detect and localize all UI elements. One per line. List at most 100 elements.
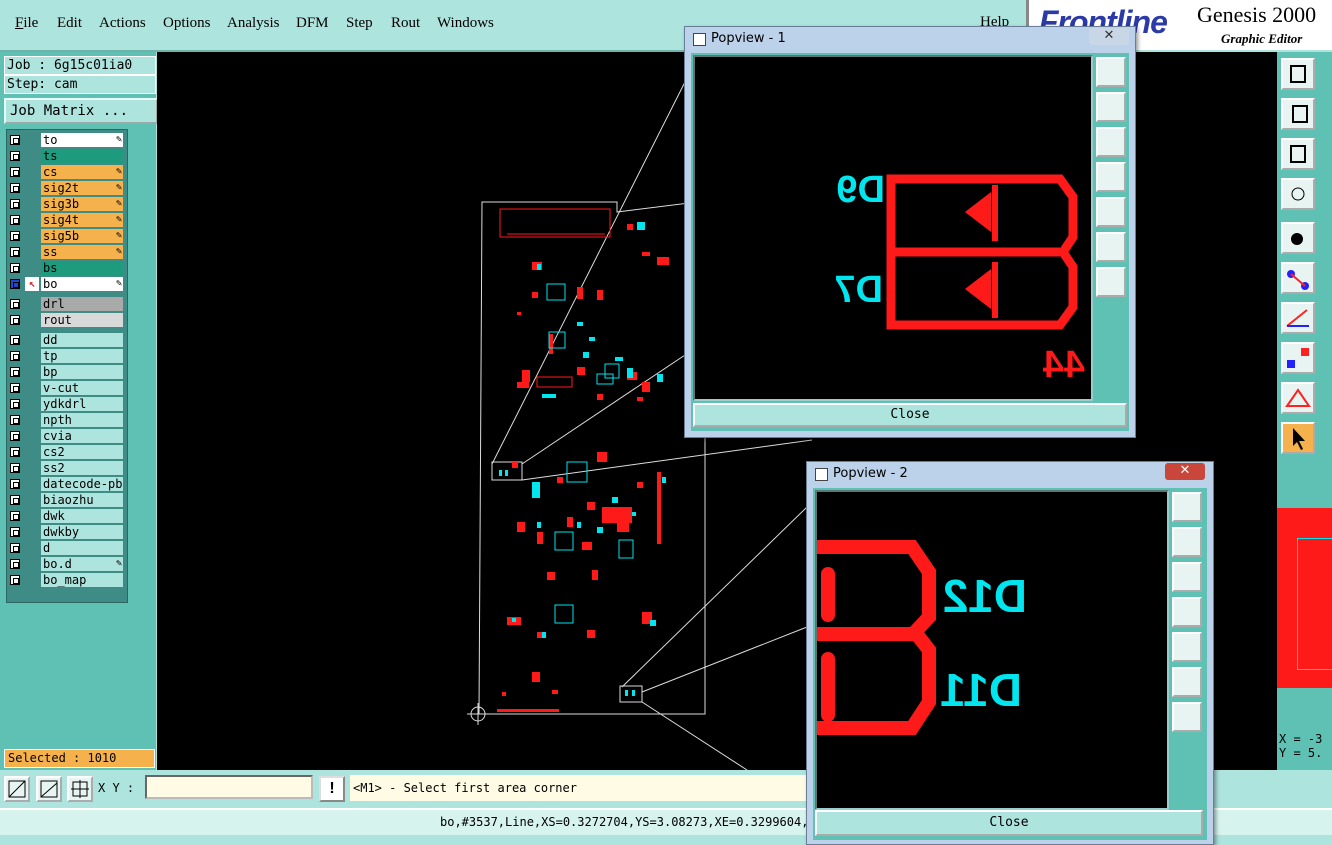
menu-edit[interactable]: Edit — [57, 15, 82, 32]
menu-file[interactable]: File — [15, 15, 38, 32]
pv1-pan-right-button[interactable] — [1096, 197, 1126, 227]
layer-row[interactable]: sig3b ✎ — [7, 197, 125, 212]
layer-row[interactable]: npth — [7, 413, 125, 428]
pv1-zoom-in-button[interactable] — [1096, 57, 1126, 87]
execute-button[interactable]: ! — [319, 776, 345, 802]
layer-checkbox[interactable] — [10, 183, 20, 193]
menu-step[interactable]: Step — [346, 15, 373, 32]
pv2-zoom-in-button[interactable] — [1172, 492, 1202, 522]
pan-left-button[interactable] — [1281, 98, 1315, 130]
layer-row[interactable]: ts — [7, 149, 125, 164]
layer-checkbox[interactable] — [10, 495, 20, 505]
popview-1-canvas[interactable]: D9 D7 44 — [693, 55, 1093, 401]
layer-row[interactable]: dd — [7, 333, 125, 348]
layer-name[interactable]: rout — [41, 313, 123, 327]
pad-button[interactable] — [1281, 342, 1315, 374]
menu-dfm[interactable]: DFM — [296, 15, 329, 32]
pv2-pan-right-button[interactable] — [1172, 632, 1202, 662]
pv1-fit-button[interactable] — [1096, 232, 1126, 262]
close-icon[interactable]: ✕ — [1089, 28, 1129, 45]
layer-row[interactable]: sig2t ✎ — [7, 181, 125, 196]
layer-checkbox[interactable] — [10, 231, 20, 241]
layer-name[interactable]: sig3b ✎ — [41, 197, 123, 211]
layer-name[interactable]: to ✎ — [41, 133, 123, 147]
layer-name[interactable]: datecode-pbc — [41, 477, 123, 491]
layer-row[interactable]: d — [7, 541, 125, 556]
layer-name[interactable]: ts — [41, 149, 123, 163]
layer-name[interactable]: sig2t ✎ — [41, 181, 123, 195]
layer-name[interactable]: sig5b ✎ — [41, 229, 123, 243]
layer-name[interactable]: sig4t ✎ — [41, 213, 123, 227]
mini-map[interactable] — [1277, 508, 1332, 688]
layer-row[interactable]: biaozhu — [7, 493, 125, 508]
layer-row[interactable]: drl — [7, 297, 125, 312]
layer-checkbox[interactable] — [10, 279, 20, 289]
layer-checkbox[interactable] — [10, 247, 20, 257]
layer-row[interactable]: bs — [7, 261, 125, 276]
layer-checkbox[interactable] — [10, 167, 20, 177]
select-tool-button[interactable] — [1281, 422, 1315, 454]
layer-name[interactable]: bo.d ✎ — [41, 557, 123, 571]
layer-checkbox[interactable] — [10, 315, 20, 325]
layer-checkbox[interactable] — [10, 479, 20, 489]
layer-row[interactable]: cvia — [7, 429, 125, 444]
snap-button[interactable] — [1281, 222, 1315, 254]
fit-button[interactable] — [1281, 138, 1315, 170]
layer-row[interactable]: to ✎ — [7, 133, 125, 148]
layer-name[interactable]: cs2 — [41, 445, 123, 459]
popview-1-close-button[interactable]: Close — [693, 403, 1127, 427]
layer-checkbox[interactable] — [10, 399, 20, 409]
zoom-area-button[interactable] — [4, 776, 30, 802]
layer-row[interactable]: v-cut — [7, 381, 125, 396]
triangle-button[interactable] — [1281, 382, 1315, 414]
layer-name[interactable]: ss ✎ — [41, 245, 123, 259]
layer-name[interactable]: ydkdrl — [41, 397, 123, 411]
layer-checkbox[interactable] — [10, 367, 20, 377]
layer-name[interactable]: drl — [41, 297, 123, 311]
layer-row[interactable]: bp — [7, 365, 125, 380]
popview-1-window[interactable]: Popview - 1 ✕ D9 D7 44 Close — [684, 26, 1136, 438]
pv1-pan-left-button[interactable] — [1096, 162, 1126, 192]
layer-checkbox[interactable] — [10, 511, 20, 521]
measure-tool-button[interactable] — [36, 776, 62, 802]
layer-row[interactable]: datecode-pbc — [7, 477, 125, 492]
layer-row[interactable]: rout — [7, 313, 125, 328]
layer-name[interactable]: bs — [41, 261, 123, 275]
layer-name[interactable]: cs ✎ — [41, 165, 123, 179]
layer-checkbox[interactable] — [10, 135, 20, 145]
measure-button[interactable] — [1281, 302, 1315, 334]
menu-actions[interactable]: Actions — [99, 15, 146, 32]
pv2-zoom-out-button[interactable] — [1172, 702, 1202, 732]
pv2-pan-left-button[interactable] — [1172, 597, 1202, 627]
layer-row[interactable]: sig4t ✎ — [7, 213, 125, 228]
layer-row[interactable]: ss ✎ — [7, 245, 125, 260]
layer-name[interactable]: biaozhu — [41, 493, 123, 507]
grid-button[interactable] — [67, 776, 93, 802]
layer-row[interactable]: cs2 — [7, 445, 125, 460]
close-icon[interactable]: ✕ — [1165, 463, 1205, 480]
layer-name[interactable]: v-cut — [41, 381, 123, 395]
layer-checkbox[interactable] — [10, 431, 20, 441]
layer-row[interactable]: dwkby — [7, 525, 125, 540]
net-button[interactable] — [1281, 262, 1315, 294]
menu-windows[interactable]: Windows — [437, 15, 494, 32]
layer-row[interactable]: ydkdrl — [7, 397, 125, 412]
layer-row[interactable]: bo_map — [7, 573, 125, 588]
layer-row[interactable]: cs ✎ — [7, 165, 125, 180]
menu-analysis[interactable]: Analysis — [227, 15, 280, 32]
pv1-pan-down-button[interactable] — [1096, 127, 1126, 157]
layer-name[interactable]: npth — [41, 413, 123, 427]
layer-checkbox[interactable] — [10, 351, 20, 361]
layer-checkbox[interactable] — [10, 415, 20, 425]
layer-name[interactable]: tp — [41, 349, 123, 363]
layer-name[interactable]: cvia — [41, 429, 123, 443]
zoom-home-button[interactable] — [1281, 58, 1315, 90]
layer-row[interactable]: bo.d ✎ — [7, 557, 125, 572]
layer-row[interactable]: tp — [7, 349, 125, 364]
layer-checkbox[interactable] — [10, 463, 20, 473]
pv2-pan-up-button[interactable] — [1172, 527, 1202, 557]
layer-checkbox[interactable] — [10, 263, 20, 273]
popview-2-canvas[interactable]: D12 D11 — [815, 490, 1169, 810]
display-button[interactable] — [1281, 178, 1315, 210]
xy-input[interactable] — [145, 775, 313, 799]
